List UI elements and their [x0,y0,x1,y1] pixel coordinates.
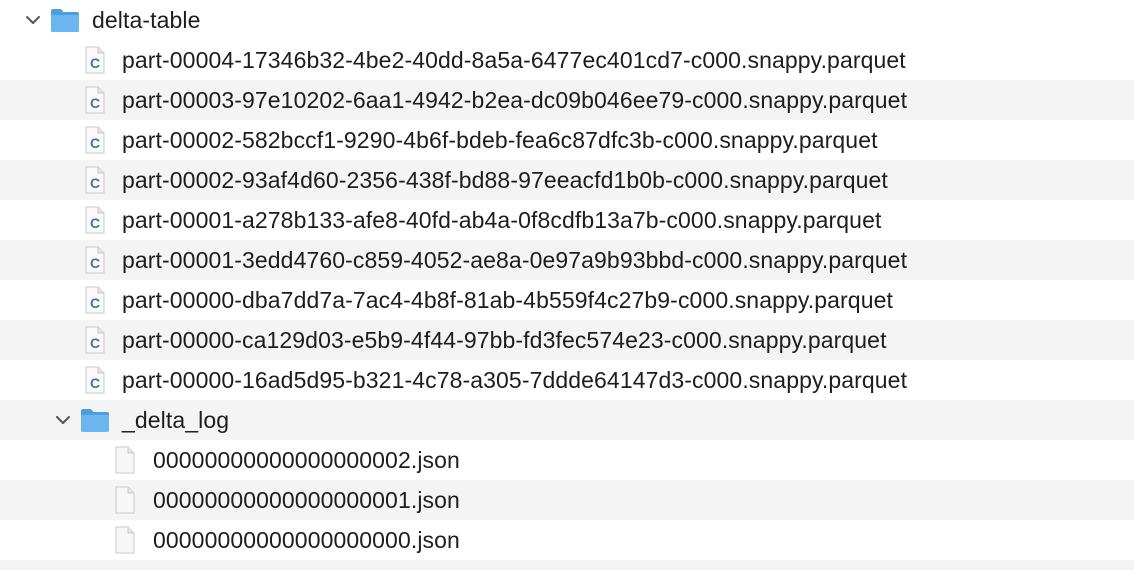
file-row[interactable]: C part-00000-16ad5d95-b321-4c78-a305-7dd… [0,360,1134,400]
document-icon [114,526,136,554]
file-row[interactable]: C part-00001-3edd4760-c859-4052-ae8a-0e9… [0,240,1134,280]
folder-icon [50,7,80,33]
file-row[interactable]: C part-00001-a278b133-afe8-40fd-ab4a-0f8… [0,200,1134,240]
file-row[interactable]: C part-00004-17346b32-4be2-40dd-8a5a-647… [0,40,1134,80]
c-file-icon: C [84,206,106,234]
file-row[interactable]: C part-00003-97e10202-6aa1-4942-b2ea-dc0… [0,80,1134,120]
file-name: part-00001-a278b133-afe8-40fd-ab4a-0f8cd… [122,206,882,233]
svg-text:C: C [90,175,100,191]
file-name: part-00000-dba7dd7a-7ac4-4b8f-81ab-4b559… [122,286,893,313]
chevron-down-icon[interactable] [24,11,42,29]
c-file-icon: C [84,166,106,194]
file-name: 00000000000000000000.json [153,526,460,553]
chevron-down-icon[interactable] [54,411,72,429]
svg-text:C: C [90,215,100,231]
file-row[interactable]: 00000000000000000002.json [0,440,1134,480]
c-file-icon: C [84,86,106,114]
document-icon [114,486,136,514]
file-row[interactable]: C part-00000-dba7dd7a-7ac4-4b8f-81ab-4b5… [0,280,1134,320]
folder-row-delta-log[interactable]: _delta_log [0,400,1134,440]
folder-icon [80,407,110,433]
next-row-partial [0,560,1134,570]
folder-name: delta-table [92,6,201,33]
file-row[interactable]: 00000000000000000001.json [0,480,1134,520]
c-file-icon: C [84,126,106,154]
file-row[interactable]: C part-00002-582bccf1-9290-4b6f-bdeb-fea… [0,120,1134,160]
file-name: part-00002-582bccf1-9290-4b6f-bdeb-fea6c… [122,126,878,153]
file-name: 00000000000000000002.json [153,446,460,473]
svg-text:C: C [90,135,100,151]
svg-text:C: C [90,95,100,111]
svg-text:C: C [90,375,100,391]
file-name: part-00004-17346b32-4be2-40dd-8a5a-6477e… [122,46,906,73]
file-name: part-00000-16ad5d95-b321-4c78-a305-7ddde… [122,366,908,393]
document-icon [114,446,136,474]
file-tree: delta-table C part-00004-17346b32-4be2-4… [0,0,1134,570]
svg-text:C: C [90,255,100,271]
folder-name: _delta_log [122,406,230,433]
svg-text:C: C [90,295,100,311]
c-file-icon: C [84,246,106,274]
file-name: part-00000-ca129d03-e5b9-4f44-97bb-fd3fe… [122,326,887,353]
file-row[interactable]: C part-00002-93af4d60-2356-438f-bd88-97e… [0,160,1134,200]
file-name: part-00002-93af4d60-2356-438f-bd88-97eea… [122,166,888,193]
file-row[interactable]: C part-00000-ca129d03-e5b9-4f44-97bb-fd3… [0,320,1134,360]
file-name: part-00001-3edd4760-c859-4052-ae8a-0e97a… [122,246,908,273]
svg-text:C: C [90,335,100,351]
svg-text:C: C [90,55,100,71]
file-name: 00000000000000000001.json [153,486,460,513]
c-file-icon: C [84,46,106,74]
c-file-icon: C [84,286,106,314]
folder-row-delta-table[interactable]: delta-table [0,0,1134,40]
file-row[interactable]: 00000000000000000000.json [0,520,1134,560]
c-file-icon: C [84,366,106,394]
file-name: part-00003-97e10202-6aa1-4942-b2ea-dc09b… [122,86,908,113]
c-file-icon: C [84,326,106,354]
